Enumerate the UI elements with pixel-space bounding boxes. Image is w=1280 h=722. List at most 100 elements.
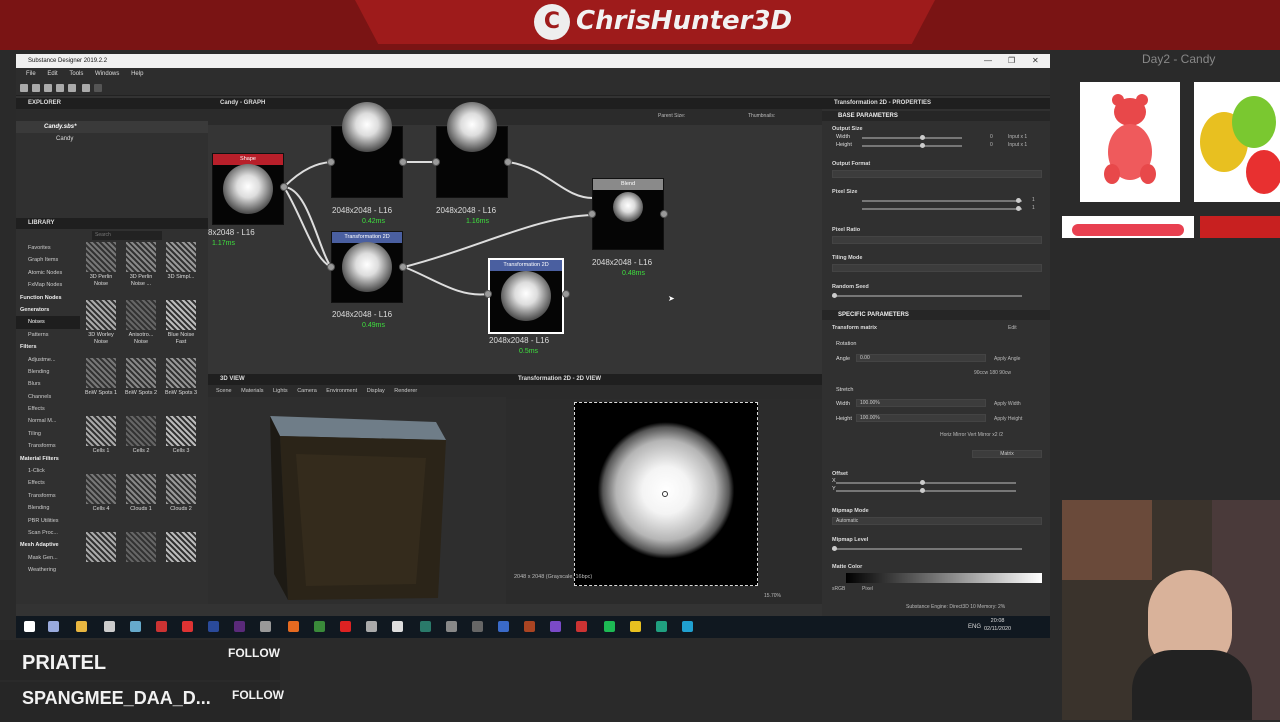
node-output-port[interactable] [660, 210, 668, 218]
library-item[interactable]: Cells 1 [82, 416, 120, 455]
save-all-icon[interactable] [56, 84, 64, 92]
app-icon-15[interactable] [446, 621, 457, 632]
menu-tools[interactable]: Tools [69, 71, 83, 77]
graph-item[interactable]: Candy [16, 133, 208, 145]
matrix-button[interactable]: Matrix [972, 450, 1042, 458]
mipmap-level-slider[interactable] [832, 546, 1022, 551]
app-icon-8[interactable] [260, 621, 271, 632]
output-format-select[interactable] [832, 170, 1042, 178]
pixel-size-width-slider[interactable] [862, 198, 1022, 203]
open-icon[interactable] [32, 84, 40, 92]
library-category[interactable]: Blending [16, 366, 80, 378]
menu-help[interactable]: Help [131, 71, 143, 77]
redo-icon[interactable] [94, 84, 102, 92]
output-height-input[interactable]: Input x 1 [1008, 142, 1027, 148]
app-icon-20[interactable] [576, 621, 587, 632]
library-item[interactable]: 3D Simpl... [162, 242, 200, 281]
library-category[interactable]: Blending [16, 502, 80, 514]
library-category[interactable]: Effects [16, 477, 80, 489]
chrome-app-icon[interactable] [314, 621, 325, 632]
explorer-app-icon[interactable] [76, 621, 87, 632]
node-output-port[interactable] [280, 183, 288, 191]
library-category[interactable]: Channels [16, 391, 80, 403]
node-input-port[interactable] [432, 158, 440, 166]
library-category[interactable]: 1-Click [16, 465, 80, 477]
library-item[interactable] [122, 532, 160, 564]
node-input-port[interactable] [327, 263, 335, 271]
node-input-port[interactable] [588, 210, 596, 218]
photoshop-app-icon[interactable] [208, 621, 219, 632]
firefox-app-icon[interactable] [288, 621, 299, 632]
library-category[interactable]: Scan Proc... [16, 527, 80, 539]
library-category[interactable]: FxMap Nodes [16, 279, 80, 291]
menu-windows[interactable]: Windows [95, 71, 119, 77]
library-category[interactable]: Effects [16, 403, 80, 415]
library-category[interactable]: Transforms [16, 440, 80, 452]
app-icon-3[interactable] [130, 621, 141, 632]
undo-icon[interactable] [82, 84, 90, 92]
new-package-icon[interactable] [20, 84, 28, 92]
graph-node[interactable]: Transformation 2D [488, 258, 564, 334]
restore-icon[interactable]: ❐ [1008, 54, 1015, 68]
close-icon[interactable]: ✕ [1032, 54, 1039, 68]
app-icon-13[interactable] [392, 621, 403, 632]
library-category[interactable]: Blurs [16, 378, 80, 390]
library-item[interactable]: BnW Spots 3 [162, 358, 200, 397]
menu-edit[interactable]: Edit [47, 71, 57, 77]
library-category[interactable]: Function Nodes [16, 292, 80, 304]
library-search-input[interactable]: Search [92, 231, 162, 240]
library-item[interactable]: BnW Spots 1 [82, 358, 120, 397]
library-category[interactable]: Transforms [16, 490, 80, 502]
spotify-app-icon[interactable] [604, 621, 615, 632]
opera-app-icon[interactable] [340, 621, 351, 632]
library-item[interactable]: 3D Worley Noise [82, 300, 120, 345]
app-icon-24[interactable] [682, 621, 693, 632]
preview-cube[interactable] [266, 414, 446, 602]
minimize-icon[interactable]: — [984, 54, 992, 68]
substance-app-icon[interactable] [182, 621, 193, 632]
library-item[interactable]: Clouds 1 [122, 474, 160, 513]
library-item[interactable]: 3D Perlin Noise ... [122, 242, 160, 287]
library-item[interactable] [162, 532, 200, 564]
node-input-port[interactable] [484, 290, 492, 298]
random-seed-slider[interactable] [832, 293, 1022, 298]
graph-node[interactable]: Transformation 2D [331, 231, 403, 303]
transform-pivot-icon[interactable] [662, 491, 668, 497]
app-icon-14[interactable] [420, 621, 431, 632]
save-icon[interactable] [44, 84, 52, 92]
library-category[interactable]: Adjustme... [16, 354, 80, 366]
angle-presets[interactable]: 90ccw 180 90cw [974, 370, 1011, 376]
3d-menu-environment[interactable]: Environment [326, 388, 357, 394]
library-category[interactable]: Favorites [16, 242, 80, 254]
3d-menu-renderer[interactable]: Renderer [394, 388, 417, 394]
library-category[interactable]: Graph Items [16, 254, 80, 266]
package-item[interactable]: Candy.sbs* [16, 121, 208, 133]
library-item[interactable]: Blue Noise Fast [162, 300, 200, 345]
graph-node[interactable]: Shape [212, 153, 284, 225]
language-indicator[interactable]: ENG [968, 624, 981, 630]
library-category[interactable]: Material Filters [16, 453, 80, 465]
3d-menu-materials[interactable]: Materials [241, 388, 263, 394]
library-category[interactable]: PBR Utilities [16, 515, 80, 527]
graph-node[interactable]: Blend [592, 178, 664, 250]
node-output-port[interactable] [399, 158, 407, 166]
3d-menu-lights[interactable]: Lights [273, 388, 288, 394]
task-view-icon[interactable] [48, 621, 59, 632]
app-icon-18[interactable] [524, 621, 535, 632]
app-icon-16[interactable] [472, 621, 483, 632]
menu-file[interactable]: File [26, 71, 36, 77]
obs-app-icon[interactable] [104, 621, 115, 632]
app-icon-4[interactable] [156, 621, 167, 632]
library-category[interactable]: Tiling [16, 428, 80, 440]
node-output-port[interactable] [399, 263, 407, 271]
library-item[interactable]: BnW Spots 2 [122, 358, 160, 397]
specific-parameters-header[interactable]: SPECIFIC PARAMETERS [822, 310, 1050, 320]
library-category[interactable]: Noises [16, 316, 80, 329]
library-category[interactable]: Normal M... [16, 415, 80, 427]
3d-menu-scene[interactable]: Scene [216, 388, 232, 394]
app-icon-12[interactable] [366, 621, 377, 632]
app-icon-23[interactable] [656, 621, 667, 632]
base-parameters-header[interactable]: BASE PARAMETERS [822, 111, 1050, 121]
library-category[interactable]: Mask Gen... [16, 552, 80, 564]
library-item[interactable]: Cells 2 [122, 416, 160, 455]
